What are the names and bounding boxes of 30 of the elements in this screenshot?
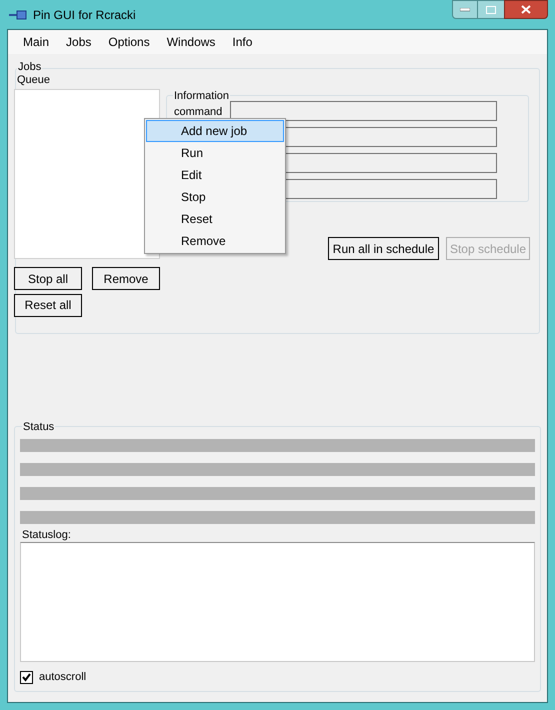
button[interactable]: Remove [92,267,160,290]
button[interactable]: Stop all [14,267,82,290]
menu-item[interactable]: Stop [146,186,284,208]
minimize-icon [460,8,470,12]
close-button[interactable] [504,0,548,19]
minimize-button[interactable] [452,0,478,19]
menu-item[interactable]: Edit [146,164,284,186]
field-label: command [174,105,222,119]
button[interactable]: Run all in schedule [328,237,439,260]
menu-item[interactable]: Options [101,33,157,51]
text-field[interactable] [230,101,497,121]
menu-item[interactable]: Add new job [146,120,284,142]
pin-icon [9,10,27,20]
menu-item[interactable]: Remove [146,230,284,252]
queue-label: Queue [17,73,52,87]
statuslog-label: Statuslog: [22,528,72,542]
checkbox-label: autoscroll [39,670,86,685]
menu-item[interactable]: Run [146,142,284,164]
maximize-icon [486,6,496,14]
close-icon [521,5,531,14]
menu-item[interactable]: Windows [160,33,222,51]
menu-item[interactable]: Info [225,33,260,51]
window-title: Pin GUI for Rcracki [33,6,136,24]
menu-item[interactable]: Jobs [59,33,98,51]
maximize-button[interactable] [478,0,504,19]
menu-item[interactable]: Reset [146,208,284,230]
check-icon [22,672,31,682]
menu-item[interactable]: Main [16,33,56,51]
button[interactable]: Reset all [14,294,82,316]
checkbox[interactable] [20,670,33,684]
